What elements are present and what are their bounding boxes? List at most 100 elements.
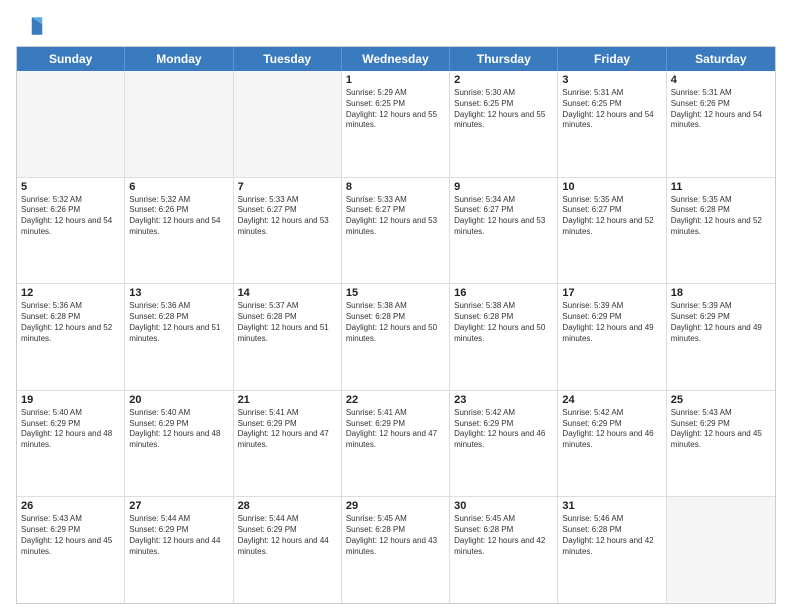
header-cell-sunday: Sunday xyxy=(17,47,125,71)
day-cell-empty xyxy=(17,71,125,177)
cell-info: Sunrise: 5:45 AM Sunset: 6:28 PM Dayligh… xyxy=(454,514,553,557)
page: SundayMondayTuesdayWednesdayThursdayFrid… xyxy=(0,0,792,612)
day-number: 30 xyxy=(454,500,553,512)
day-cell-15: 15 Sunrise: 5:38 AM Sunset: 6:28 PM Dayli… xyxy=(342,284,450,390)
day-number: 4 xyxy=(671,74,771,86)
day-number: 11 xyxy=(671,181,771,193)
header-cell-thursday: Thursday xyxy=(450,47,558,71)
day-number: 22 xyxy=(346,394,445,406)
cell-info: Sunrise: 5:42 AM Sunset: 6:29 PM Dayligh… xyxy=(454,408,553,451)
day-number: 26 xyxy=(21,500,120,512)
day-number: 1 xyxy=(346,74,445,86)
cell-info: Sunrise: 5:30 AM Sunset: 6:25 PM Dayligh… xyxy=(454,88,553,131)
day-number: 3 xyxy=(562,74,661,86)
cell-info: Sunrise: 5:41 AM Sunset: 6:29 PM Dayligh… xyxy=(346,408,445,451)
day-number: 16 xyxy=(454,287,553,299)
day-cell-23: 23 Sunrise: 5:42 AM Sunset: 6:29 PM Dayli… xyxy=(450,391,558,497)
cell-info: Sunrise: 5:35 AM Sunset: 6:27 PM Dayligh… xyxy=(562,195,661,238)
day-cell-2: 2Sunrise: 5:30 AM Sunset: 6:25 PM Daylig… xyxy=(450,71,558,177)
calendar: SundayMondayTuesdayWednesdayThursdayFrid… xyxy=(16,46,776,604)
day-cell-11: 11Sunrise: 5:35 AM Sunset: 6:28 PM Dayli… xyxy=(667,178,775,284)
day-cell-13: 13 Sunrise: 5:36 AM Sunset: 6:28 PM Dayli… xyxy=(125,284,233,390)
day-cell-31: 31Sunrise: 5:46 AM Sunset: 6:28 PM Dayli… xyxy=(558,497,666,603)
cell-info: Sunrise: 5:38 AM Sunset: 6:28 PM Dayligh… xyxy=(346,301,445,344)
header-cell-saturday: Saturday xyxy=(667,47,775,71)
cell-info: Sunrise: 5:36 AM Sunset: 6:28 PM Dayligh… xyxy=(129,301,228,344)
cell-info: Sunrise: 5:39 AM Sunset: 6:29 PM Dayligh… xyxy=(671,301,771,344)
header-cell-monday: Monday xyxy=(125,47,233,71)
day-cell-30: 30 Sunrise: 5:45 AM Sunset: 6:28 PM Dayli… xyxy=(450,497,558,603)
day-number: 28 xyxy=(238,500,337,512)
day-cell-9: 9 Sunrise: 5:34 AM Sunset: 6:27 PM Daylig… xyxy=(450,178,558,284)
day-number: 18 xyxy=(671,287,771,299)
day-cell-14: 14 Sunrise: 5:37 AM Sunset: 6:28 PM Dayli… xyxy=(234,284,342,390)
day-number: 14 xyxy=(238,287,337,299)
day-cell-20: 20Sunrise: 5:40 AM Sunset: 6:29 PM Dayli… xyxy=(125,391,233,497)
day-cell-18: 18 Sunrise: 5:39 AM Sunset: 6:29 PM Dayli… xyxy=(667,284,775,390)
cell-info: Sunrise: 5:44 AM Sunset: 6:29 PM Dayligh… xyxy=(129,514,228,557)
day-number: 13 xyxy=(129,287,228,299)
week-row-4: 19 Sunrise: 5:40 AM Sunset: 6:29 PM Dayli… xyxy=(17,391,775,498)
day-cell-empty xyxy=(234,71,342,177)
day-cell-4: 4 Sunrise: 5:31 AM Sunset: 6:26 PM Daylig… xyxy=(667,71,775,177)
day-number: 7 xyxy=(238,181,337,193)
day-cell-empty xyxy=(125,71,233,177)
cell-info: Sunrise: 5:33 AM Sunset: 6:27 PM Dayligh… xyxy=(238,195,337,238)
cell-info: Sunrise: 5:41 AM Sunset: 6:29 PM Dayligh… xyxy=(238,408,337,451)
day-cell-19: 19 Sunrise: 5:40 AM Sunset: 6:29 PM Dayli… xyxy=(17,391,125,497)
day-cell-16: 16 Sunrise: 5:38 AM Sunset: 6:28 PM Dayli… xyxy=(450,284,558,390)
day-number: 31 xyxy=(562,500,661,512)
day-cell-6: 6Sunrise: 5:32 AM Sunset: 6:26 PM Daylig… xyxy=(125,178,233,284)
cell-info: Sunrise: 5:39 AM Sunset: 6:29 PM Dayligh… xyxy=(562,301,661,344)
day-cell-12: 12Sunrise: 5:36 AM Sunset: 6:28 PM Dayli… xyxy=(17,284,125,390)
day-number: 5 xyxy=(21,181,120,193)
header-cell-wednesday: Wednesday xyxy=(342,47,450,71)
header-cell-tuesday: Tuesday xyxy=(234,47,342,71)
cell-info: Sunrise: 5:40 AM Sunset: 6:29 PM Dayligh… xyxy=(129,408,228,451)
cell-info: Sunrise: 5:38 AM Sunset: 6:28 PM Dayligh… xyxy=(454,301,553,344)
day-number: 8 xyxy=(346,181,445,193)
day-cell-empty xyxy=(667,497,775,603)
week-row-5: 26 Sunrise: 5:43 AM Sunset: 6:29 PM Dayli… xyxy=(17,497,775,603)
day-number: 9 xyxy=(454,181,553,193)
day-number: 19 xyxy=(21,394,120,406)
cell-info: Sunrise: 5:36 AM Sunset: 6:28 PM Dayligh… xyxy=(21,301,120,344)
day-number: 29 xyxy=(346,500,445,512)
day-number: 17 xyxy=(562,287,661,299)
day-cell-25: 25 Sunrise: 5:43 AM Sunset: 6:29 PM Dayli… xyxy=(667,391,775,497)
day-cell-1: 1 Sunrise: 5:29 AM Sunset: 6:25 PM Daylig… xyxy=(342,71,450,177)
cell-info: Sunrise: 5:34 AM Sunset: 6:27 PM Dayligh… xyxy=(454,195,553,238)
day-cell-17: 17 Sunrise: 5:39 AM Sunset: 6:29 PM Dayli… xyxy=(558,284,666,390)
cell-info: Sunrise: 5:29 AM Sunset: 6:25 PM Dayligh… xyxy=(346,88,445,131)
cell-info: Sunrise: 5:31 AM Sunset: 6:26 PM Dayligh… xyxy=(671,88,771,131)
cell-info: Sunrise: 5:37 AM Sunset: 6:28 PM Dayligh… xyxy=(238,301,337,344)
cell-info: Sunrise: 5:40 AM Sunset: 6:29 PM Dayligh… xyxy=(21,408,120,451)
day-number: 25 xyxy=(671,394,771,406)
day-cell-29: 29 Sunrise: 5:45 AM Sunset: 6:28 PM Dayli… xyxy=(342,497,450,603)
logo-icon xyxy=(16,12,44,40)
header-cell-friday: Friday xyxy=(558,47,666,71)
day-number: 23 xyxy=(454,394,553,406)
cell-info: Sunrise: 5:43 AM Sunset: 6:29 PM Dayligh… xyxy=(21,514,120,557)
cell-info: Sunrise: 5:43 AM Sunset: 6:29 PM Dayligh… xyxy=(671,408,771,451)
day-cell-27: 27 Sunrise: 5:44 AM Sunset: 6:29 PM Dayli… xyxy=(125,497,233,603)
day-cell-26: 26 Sunrise: 5:43 AM Sunset: 6:29 PM Dayli… xyxy=(17,497,125,603)
day-cell-7: 7 Sunrise: 5:33 AM Sunset: 6:27 PM Daylig… xyxy=(234,178,342,284)
cell-info: Sunrise: 5:32 AM Sunset: 6:26 PM Dayligh… xyxy=(129,195,228,238)
day-cell-22: 22 Sunrise: 5:41 AM Sunset: 6:29 PM Dayli… xyxy=(342,391,450,497)
day-number: 24 xyxy=(562,394,661,406)
day-number: 21 xyxy=(238,394,337,406)
day-number: 10 xyxy=(562,181,661,193)
week-row-1: 1 Sunrise: 5:29 AM Sunset: 6:25 PM Daylig… xyxy=(17,71,775,178)
day-number: 27 xyxy=(129,500,228,512)
day-cell-5: 5 Sunrise: 5:32 AM Sunset: 6:26 PM Daylig… xyxy=(17,178,125,284)
cell-info: Sunrise: 5:33 AM Sunset: 6:27 PM Dayligh… xyxy=(346,195,445,238)
calendar-body: 1 Sunrise: 5:29 AM Sunset: 6:25 PM Daylig… xyxy=(17,71,775,603)
cell-info: Sunrise: 5:32 AM Sunset: 6:26 PM Dayligh… xyxy=(21,195,120,238)
cell-info: Sunrise: 5:45 AM Sunset: 6:28 PM Dayligh… xyxy=(346,514,445,557)
header xyxy=(16,12,776,40)
calendar-header: SundayMondayTuesdayWednesdayThursdayFrid… xyxy=(17,47,775,71)
week-row-3: 12Sunrise: 5:36 AM Sunset: 6:28 PM Dayli… xyxy=(17,284,775,391)
day-number: 15 xyxy=(346,287,445,299)
cell-info: Sunrise: 5:31 AM Sunset: 6:25 PM Dayligh… xyxy=(562,88,661,131)
